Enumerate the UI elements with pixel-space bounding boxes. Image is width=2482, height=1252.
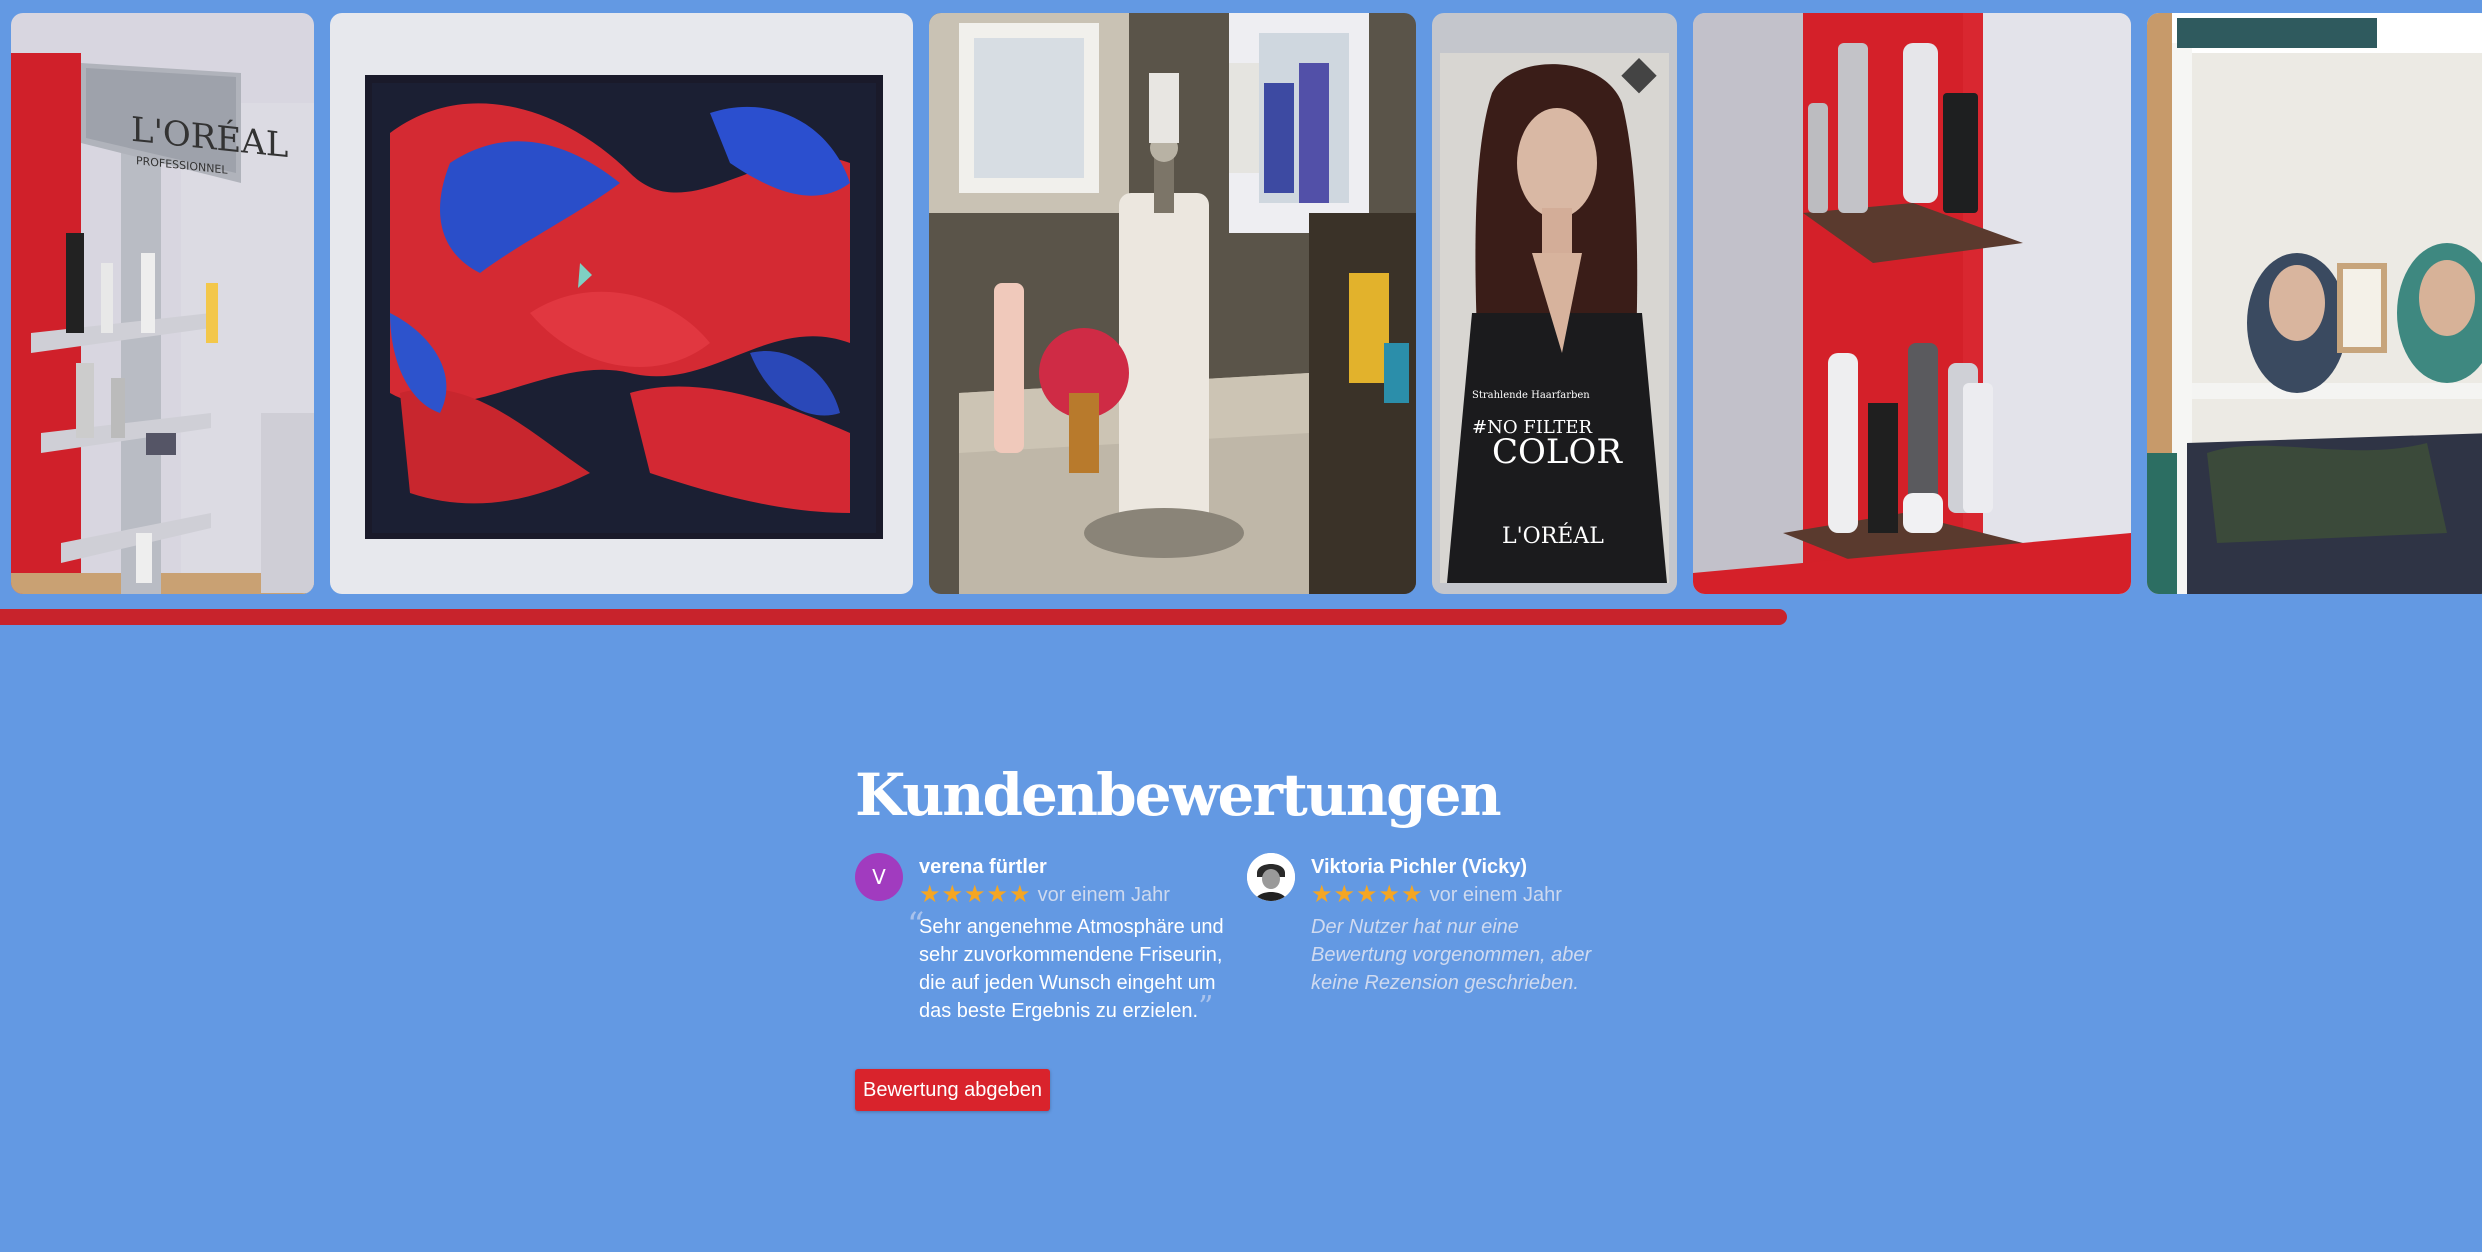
rating-row: ★★★★★ vor einem Jahr (1311, 881, 1611, 909)
gallery-photo-abstract-painting[interactable] (330, 13, 913, 594)
reviews-section: Kundenbewertungen V verena fürtler ★★★★★… (855, 755, 1655, 1111)
gallery-photo-loreal-display[interactable]: L'ORÉAL PROFESSIONNEL (11, 13, 314, 594)
gallery-photo-headscarves-shelf[interactable] (2147, 13, 2482, 594)
reviewer-name: Viktoria Pichler (Vicky) (1311, 856, 1528, 878)
star-rating: ★★★★★ (919, 881, 1032, 908)
svg-text:L'ORÉAL: L'ORÉAL (1502, 522, 1604, 549)
review-date: vor einem Jahr (1037, 884, 1170, 906)
review-text: Der Nutzer hat nur eine Bewertung vorgen… (1311, 916, 1592, 994)
reviewer-name: verena fürtler (919, 856, 1047, 878)
open-quote-icon: “ (907, 905, 925, 945)
photo-gallery[interactable]: L'ORÉAL PROFESSIONNEL Strahlende Haarfar… (0, 13, 2482, 594)
gallery-photo-color-poster[interactable]: Strahlende Haarfarben #NO FILTER COLOR L… (1432, 13, 1677, 594)
review-body: Viktoria Pichler (Vicky) ★★★★★ vor einem… (1311, 853, 1611, 997)
svg-text:COLOR: COLOR (1492, 432, 1623, 472)
avatar-letter: V (872, 865, 886, 889)
gallery-photo-salon-counter[interactable] (929, 13, 1416, 594)
review-text: “Sehr angenehme Atmosphäre und sehr zuvo… (907, 908, 1249, 1025)
user-photo-icon (1247, 853, 1295, 901)
reviews-title: Kundenbewertungen (855, 761, 1502, 829)
star-rating: ★★★★★ (1311, 881, 1424, 908)
gallery-progress-bar (0, 609, 1788, 625)
svg-text:Strahlende Haarfarben: Strahlende Haarfarben (1472, 390, 1590, 401)
avatar: V (855, 853, 903, 901)
review-date: vor einem Jahr (1429, 884, 1562, 906)
submit-review-button[interactable]: Bewertung abgeben (855, 1069, 1051, 1111)
close-quote-icon: ” (1198, 990, 1214, 1025)
gallery-photo-corner-shelf[interactable] (1693, 13, 2131, 594)
review-text-content: Sehr angenehme Atmosphäre und sehr zuvor… (919, 916, 1224, 1022)
review-body: verena fürtler ★★★★★ vor einem Jahr “Seh… (907, 853, 1249, 1025)
rating-row: ★★★★★ vor einem Jahr (919, 881, 1249, 909)
